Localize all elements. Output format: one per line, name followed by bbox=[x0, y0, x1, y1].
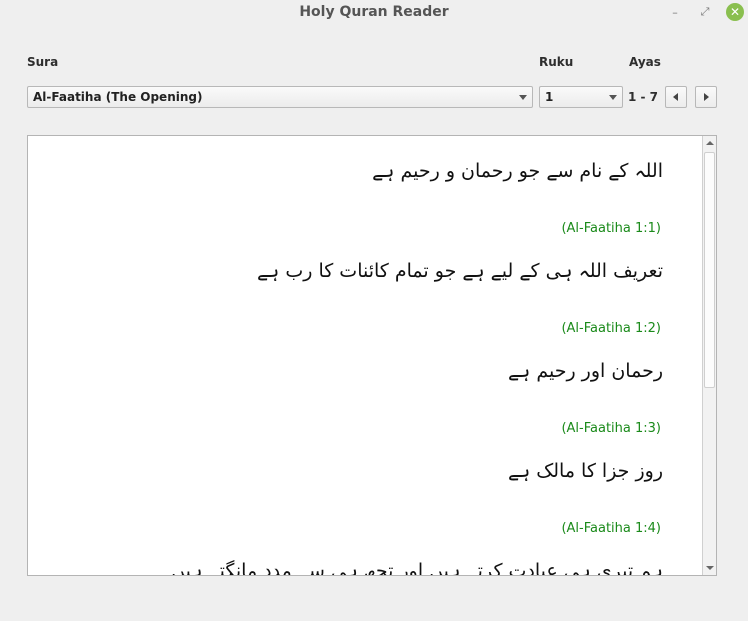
scroll-down-button[interactable] bbox=[703, 561, 716, 575]
verse-text: ہم تیری ہی عبادت کرتے ہیں اور تجھ ہی سے … bbox=[171, 560, 663, 575]
arrow-left-icon bbox=[673, 93, 678, 101]
verse-text: تعریف اللہ ہی کے لیے ہے جو تمام کائنات ک… bbox=[257, 260, 663, 282]
verse-text: اللہ کے نام سے جو رحمان و رحیم ہے bbox=[372, 160, 663, 182]
ayas-label: Ayas bbox=[629, 55, 661, 69]
sura-dropdown[interactable]: Al-Faatiha (The Opening) bbox=[27, 86, 533, 108]
verse-list: اللہ کے نام سے جو رحمان و رحیم ہے (Al-Fa… bbox=[28, 136, 703, 575]
arrow-up-icon bbox=[706, 141, 714, 145]
ruku-label: Ruku bbox=[539, 55, 574, 69]
arrow-down-icon bbox=[706, 566, 714, 570]
chevron-down-icon bbox=[519, 95, 527, 100]
next-button[interactable] bbox=[695, 86, 717, 108]
sura-label: Sura bbox=[27, 55, 59, 69]
ayas-range: 1 - 7 bbox=[628, 90, 659, 104]
verse-text: روز جزا کا مالک ہے bbox=[507, 460, 663, 482]
arrow-right-icon bbox=[704, 93, 709, 101]
verse-text-area[interactable]: اللہ کے نام سے جو رحمان و رحیم ہے (Al-Fa… bbox=[27, 135, 717, 576]
close-icon[interactable]: ✕ bbox=[726, 3, 744, 21]
scroll-up-button[interactable] bbox=[703, 136, 716, 150]
title-bar: Holy Quran Reader – ⤢ ✕ bbox=[0, 0, 748, 24]
sura-selected-value: Al-Faatiha (The Opening) bbox=[33, 90, 203, 104]
scrollbar-thumb[interactable] bbox=[704, 152, 715, 388]
maximize-icon[interactable]: ⤢ bbox=[696, 3, 714, 21]
verse-reference: (Al-Faatiha 1:1) bbox=[561, 221, 661, 236]
verse-reference: (Al-Faatiha 1:3) bbox=[561, 421, 661, 436]
verse-reference: (Al-Faatiha 1:4) bbox=[561, 521, 661, 536]
ruku-dropdown[interactable]: 1 bbox=[539, 86, 623, 108]
verse-text: رحمان اور رحیم ہے bbox=[508, 360, 663, 382]
previous-button[interactable] bbox=[665, 86, 687, 108]
minimize-icon[interactable]: – bbox=[666, 3, 684, 21]
vertical-scrollbar[interactable] bbox=[702, 136, 716, 575]
verse-reference: (Al-Faatiha 1:2) bbox=[561, 321, 661, 336]
ruku-selected-value: 1 bbox=[545, 90, 554, 104]
chevron-down-icon bbox=[609, 95, 617, 100]
window-title: Holy Quran Reader bbox=[299, 4, 449, 20]
